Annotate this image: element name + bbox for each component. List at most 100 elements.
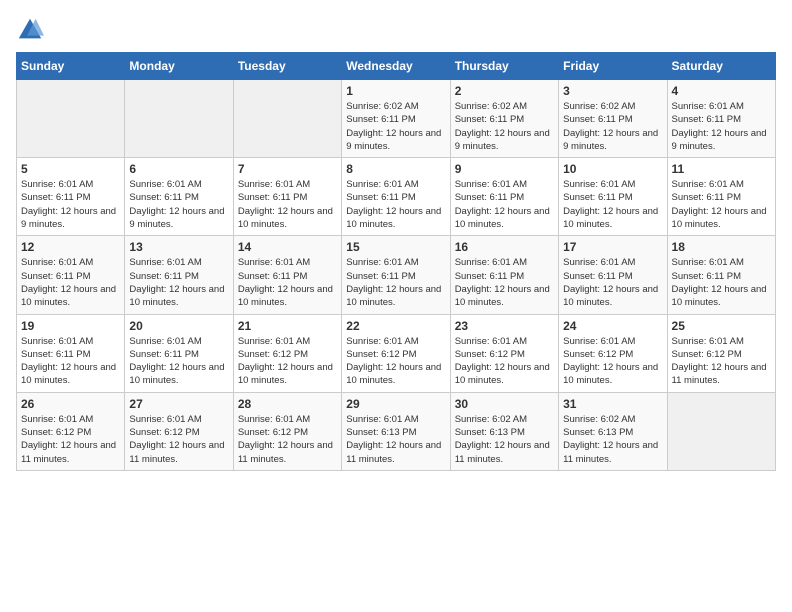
calendar-day-cell: 19 Sunrise: 6:01 AMSunset: 6:11 PMDayligh… xyxy=(17,314,125,392)
weekday-header: Sunday xyxy=(17,53,125,80)
calendar-week-row: 5 Sunrise: 6:01 AMSunset: 6:11 PMDaylight… xyxy=(17,158,776,236)
day-info: Sunrise: 6:01 AMSunset: 6:12 PMDaylight:… xyxy=(455,335,554,388)
day-number: 23 xyxy=(455,319,554,333)
day-number: 15 xyxy=(346,240,445,254)
day-info: Sunrise: 6:01 AMSunset: 6:13 PMDaylight:… xyxy=(346,413,445,466)
calendar-day-cell: 15Sunrise: 6:01 AMSunset: 6:11 PMDayligh… xyxy=(342,236,450,314)
calendar-table: SundayMondayTuesdayWednesdayThursdayFrid… xyxy=(16,52,776,471)
weekday-header: Tuesday xyxy=(233,53,341,80)
weekday-header: Wednesday xyxy=(342,53,450,80)
day-info: Sunrise: 6:01 AMSunset: 6:12 PMDaylight:… xyxy=(563,335,662,388)
day-number: 1 xyxy=(346,84,445,98)
day-number: 30 xyxy=(455,397,554,411)
calendar-day-cell: 16 Sunrise: 6:01 AMSunset: 6:11 PMDayligh… xyxy=(450,236,558,314)
day-number: 25 xyxy=(672,319,771,333)
calendar-day-cell: 14 Sunrise: 6:01 AMSunset: 6:11 PMDayligh… xyxy=(233,236,341,314)
calendar-day-cell: 8Sunrise: 6:01 AMSunset: 6:11 PMDaylight… xyxy=(342,158,450,236)
calendar-day-cell: 9Sunrise: 6:01 AMSunset: 6:11 PMDaylight… xyxy=(450,158,558,236)
day-info: Sunrise: 6:01 AMSunset: 6:11 PMDaylight:… xyxy=(129,256,228,309)
day-info: Sunrise: 6:01 AMSunset: 6:11 PMDaylight:… xyxy=(672,178,771,231)
calendar-day-cell: 6 Sunrise: 6:01 AMSunset: 6:11 PMDaylight… xyxy=(125,158,233,236)
calendar-day-cell: 3 Sunrise: 6:02 AMSunset: 6:11 PMDaylight… xyxy=(559,80,667,158)
calendar-day-cell: 25 Sunrise: 6:01 AMSunset: 6:12 PMDayligh… xyxy=(667,314,775,392)
calendar-day-cell: 10 Sunrise: 6:01 AMSunset: 6:11 PMDayligh… xyxy=(559,158,667,236)
day-info: Sunrise: 6:01 AMSunset: 6:11 PMDaylight:… xyxy=(129,335,228,388)
day-number: 28 xyxy=(238,397,337,411)
day-number: 27 xyxy=(129,397,228,411)
day-number: 4 xyxy=(672,84,771,98)
calendar-day-cell: 5 Sunrise: 6:01 AMSunset: 6:11 PMDaylight… xyxy=(17,158,125,236)
logo xyxy=(16,16,48,44)
calendar-day-cell: 4Sunrise: 6:01 AMSunset: 6:11 PMDaylight… xyxy=(667,80,775,158)
calendar-day-cell: 20 Sunrise: 6:01 AMSunset: 6:11 PMDayligh… xyxy=(125,314,233,392)
day-info: Sunrise: 6:01 AMSunset: 6:12 PMDaylight:… xyxy=(238,335,337,388)
calendar-day-cell: 27 Sunrise: 6:01 AMSunset: 6:12 PMDayligh… xyxy=(125,392,233,470)
calendar-header-row: SundayMondayTuesdayWednesdayThursdayFrid… xyxy=(17,53,776,80)
day-number: 19 xyxy=(21,319,120,333)
day-info: Sunrise: 6:01 AMSunset: 6:11 PMDaylight:… xyxy=(346,178,445,231)
calendar-day-cell: 17Sunrise: 6:01 AMSunset: 6:11 PMDayligh… xyxy=(559,236,667,314)
day-number: 18 xyxy=(672,240,771,254)
day-number: 20 xyxy=(129,319,228,333)
calendar-day-cell: 26 Sunrise: 6:01 AMSunset: 6:12 PMDayligh… xyxy=(17,392,125,470)
day-number: 3 xyxy=(563,84,662,98)
calendar-day-cell: 30 Sunrise: 6:02 AMSunset: 6:13 PMDayligh… xyxy=(450,392,558,470)
day-info: Sunrise: 6:01 AMSunset: 6:12 PMDaylight:… xyxy=(21,413,120,466)
calendar-week-row: 12 Sunrise: 6:01 AMSunset: 6:11 PMDayligh… xyxy=(17,236,776,314)
day-info: Sunrise: 6:01 AMSunset: 6:11 PMDaylight:… xyxy=(129,178,228,231)
day-info: Sunrise: 6:01 AMSunset: 6:11 PMDaylight:… xyxy=(672,256,771,309)
calendar-day-cell xyxy=(667,392,775,470)
weekday-header: Monday xyxy=(125,53,233,80)
day-info: Sunrise: 6:01 AMSunset: 6:11 PMDaylight:… xyxy=(238,256,337,309)
day-info: Sunrise: 6:01 AMSunset: 6:12 PMDaylight:… xyxy=(346,335,445,388)
day-number: 12 xyxy=(21,240,120,254)
calendar-day-cell xyxy=(233,80,341,158)
day-number: 14 xyxy=(238,240,337,254)
day-number: 16 xyxy=(455,240,554,254)
calendar-day-cell: 28 Sunrise: 6:01 AMSunset: 6:12 PMDayligh… xyxy=(233,392,341,470)
weekday-header: Saturday xyxy=(667,53,775,80)
day-info: Sunrise: 6:01 AMSunset: 6:11 PMDaylight:… xyxy=(563,178,662,231)
weekday-header: Friday xyxy=(559,53,667,80)
day-number: 26 xyxy=(21,397,120,411)
day-number: 10 xyxy=(563,162,662,176)
day-number: 11 xyxy=(672,162,771,176)
calendar-day-cell: 1 Sunrise: 6:02 AMSunset: 6:11 PMDaylight… xyxy=(342,80,450,158)
day-number: 6 xyxy=(129,162,228,176)
day-info: Sunrise: 6:01 AMSunset: 6:11 PMDaylight:… xyxy=(455,256,554,309)
calendar-day-cell xyxy=(125,80,233,158)
day-info: Sunrise: 6:02 AMSunset: 6:11 PMDaylight:… xyxy=(455,100,554,153)
calendar-day-cell: 13 Sunrise: 6:01 AMSunset: 6:11 PMDayligh… xyxy=(125,236,233,314)
day-info: Sunrise: 6:01 AMSunset: 6:12 PMDaylight:… xyxy=(672,335,771,388)
calendar-day-cell: 12 Sunrise: 6:01 AMSunset: 6:11 PMDayligh… xyxy=(17,236,125,314)
day-number: 9 xyxy=(455,162,554,176)
calendar-day-cell: 7 Sunrise: 6:01 AMSunset: 6:11 PMDaylight… xyxy=(233,158,341,236)
day-info: Sunrise: 6:01 AMSunset: 6:11 PMDaylight:… xyxy=(238,178,337,231)
day-info: Sunrise: 6:02 AMSunset: 6:11 PMDaylight:… xyxy=(346,100,445,153)
day-info: Sunrise: 6:02 AMSunset: 6:11 PMDaylight:… xyxy=(563,100,662,153)
calendar-day-cell: 29 Sunrise: 6:01 AMSunset: 6:13 PMDayligh… xyxy=(342,392,450,470)
page-header xyxy=(16,16,776,44)
day-info: Sunrise: 6:02 AMSunset: 6:13 PMDaylight:… xyxy=(455,413,554,466)
calendar-day-cell: 2 Sunrise: 6:02 AMSunset: 6:11 PMDaylight… xyxy=(450,80,558,158)
day-number: 2 xyxy=(455,84,554,98)
day-info: Sunrise: 6:01 AMSunset: 6:11 PMDaylight:… xyxy=(21,256,120,309)
weekday-header: Thursday xyxy=(450,53,558,80)
day-number: 7 xyxy=(238,162,337,176)
day-info: Sunrise: 6:01 AMSunset: 6:12 PMDaylight:… xyxy=(238,413,337,466)
calendar-body: 1 Sunrise: 6:02 AMSunset: 6:11 PMDaylight… xyxy=(17,80,776,471)
calendar-week-row: 26 Sunrise: 6:01 AMSunset: 6:12 PMDayligh… xyxy=(17,392,776,470)
day-number: 24 xyxy=(563,319,662,333)
day-number: 5 xyxy=(21,162,120,176)
day-info: Sunrise: 6:01 AMSunset: 6:12 PMDaylight:… xyxy=(129,413,228,466)
day-number: 29 xyxy=(346,397,445,411)
day-number: 13 xyxy=(129,240,228,254)
day-number: 22 xyxy=(346,319,445,333)
day-info: Sunrise: 6:02 AMSunset: 6:13 PMDaylight:… xyxy=(563,413,662,466)
day-info: Sunrise: 6:01 AMSunset: 6:11 PMDaylight:… xyxy=(21,335,120,388)
calendar-day-cell: 31Sunrise: 6:02 AMSunset: 6:13 PMDayligh… xyxy=(559,392,667,470)
calendar-day-cell: 11 Sunrise: 6:01 AMSunset: 6:11 PMDayligh… xyxy=(667,158,775,236)
calendar-week-row: 1 Sunrise: 6:02 AMSunset: 6:11 PMDaylight… xyxy=(17,80,776,158)
day-info: Sunrise: 6:01 AMSunset: 6:11 PMDaylight:… xyxy=(21,178,120,231)
calendar-day-cell: 18 Sunrise: 6:01 AMSunset: 6:11 PMDayligh… xyxy=(667,236,775,314)
